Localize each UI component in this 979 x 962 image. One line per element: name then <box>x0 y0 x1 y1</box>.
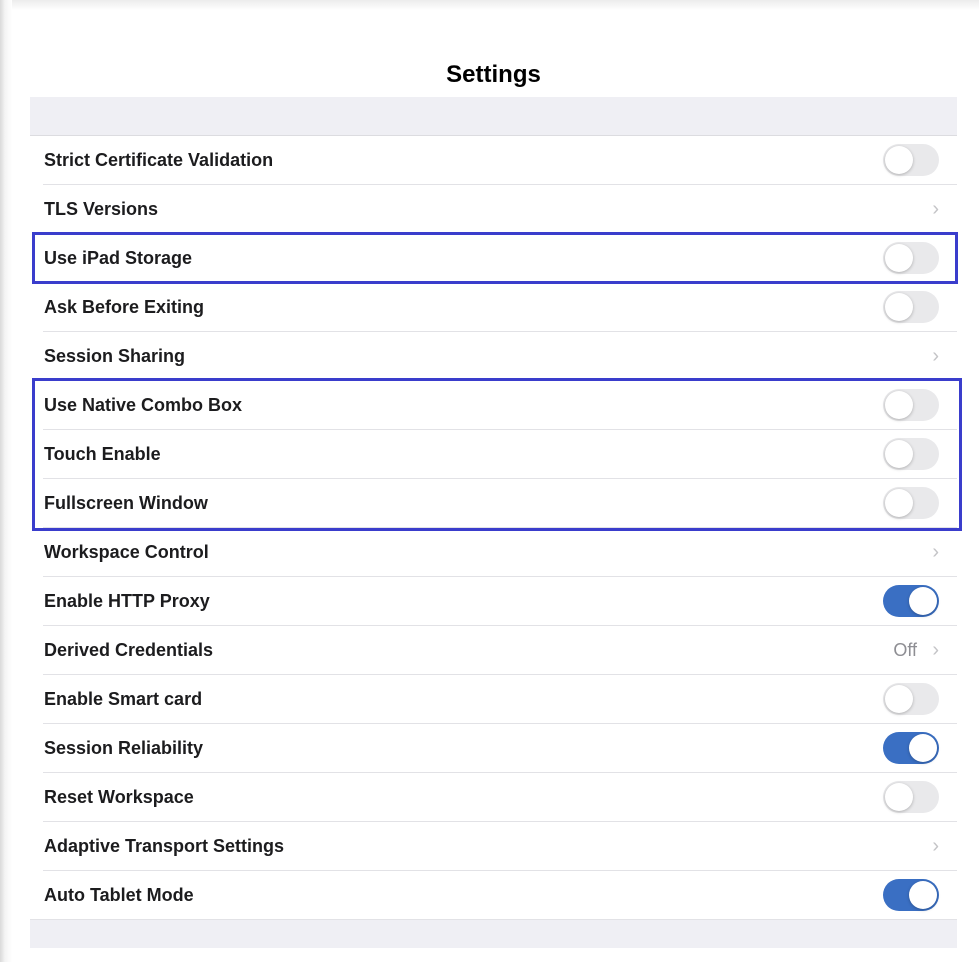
setting-row-session-reliability: Session Reliability <box>30 724 957 773</box>
toggle-knob <box>885 685 913 713</box>
setting-label: Derived Credentials <box>44 640 214 660</box>
chevron-right-icon: › <box>932 639 939 661</box>
toggle-knob <box>909 734 937 762</box>
toggle-knob <box>909 587 937 615</box>
auto-tablet-mode-toggle[interactable] <box>883 879 939 911</box>
enable-http-proxy-toggle[interactable] <box>883 585 939 617</box>
toggle-knob <box>885 391 913 419</box>
setting-row-adaptive-transport-settings[interactable]: Adaptive Transport Settings › <box>30 822 957 871</box>
window-edge-shadow <box>0 0 12 962</box>
strict-certificate-validation-toggle[interactable] <box>883 144 939 176</box>
toggle-knob <box>885 244 913 272</box>
toggle-knob <box>885 783 913 811</box>
chevron-right-icon: › <box>932 198 939 220</box>
setting-label: Auto Tablet Mode <box>44 885 194 905</box>
setting-row-enable-http-proxy: Enable HTTP Proxy <box>30 577 957 626</box>
session-reliability-toggle[interactable] <box>883 732 939 764</box>
setting-label: Enable Smart card <box>44 689 203 709</box>
toggle-knob <box>885 440 913 468</box>
toggle-knob <box>885 146 913 174</box>
setting-label: Reset Workspace <box>44 787 194 807</box>
use-native-combo-box-toggle[interactable] <box>883 389 939 421</box>
setting-row-enable-smart-card: Enable Smart card <box>30 675 957 724</box>
setting-row-use-ipad-storage: Use iPad Storage <box>30 234 957 283</box>
chevron-right-icon: › <box>932 541 939 563</box>
toggle-knob <box>909 881 937 909</box>
setting-label: Use iPad Storage <box>44 248 193 268</box>
section-footer <box>30 920 957 948</box>
window-top-shadow <box>12 0 979 10</box>
setting-value: Off <box>893 640 917 660</box>
chevron-right-icon: › <box>932 835 939 857</box>
setting-label: Enable HTTP Proxy <box>44 591 210 611</box>
setting-label: Adaptive Transport Settings <box>44 836 285 856</box>
setting-row-workspace-control[interactable]: Workspace Control › <box>30 528 957 577</box>
fullscreen-window-toggle[interactable] <box>883 487 939 519</box>
setting-row-fullscreen-window: Fullscreen Window <box>30 479 957 528</box>
toggle-knob <box>885 293 913 321</box>
settings-page: Settings Strict Certificate Validation TL… <box>0 0 979 962</box>
setting-label: TLS Versions <box>44 199 159 219</box>
setting-label: Touch Enable <box>44 444 161 464</box>
page-title: Settings <box>446 61 541 88</box>
setting-row-reset-workspace: Reset Workspace <box>30 773 957 822</box>
setting-row-touch-enable: Touch Enable <box>30 430 957 479</box>
setting-row-tls-versions[interactable]: TLS Versions › <box>30 185 957 234</box>
setting-row-auto-tablet-mode: Auto Tablet Mode <box>30 871 957 920</box>
enable-smart-card-toggle[interactable] <box>883 683 939 715</box>
use-ipad-storage-toggle[interactable] <box>883 242 939 274</box>
section-header <box>30 97 957 136</box>
chevron-right-icon: › <box>932 345 939 367</box>
toggle-knob <box>885 489 913 517</box>
setting-label: Strict Certificate Validation <box>44 150 274 170</box>
ask-before-exiting-toggle[interactable] <box>883 291 939 323</box>
setting-label: Ask Before Exiting <box>44 297 205 317</box>
setting-row-use-native-combo-box: Use Native Combo Box <box>30 381 957 430</box>
touch-enable-toggle[interactable] <box>883 438 939 470</box>
setting-row-ask-before-exiting: Ask Before Exiting <box>30 283 957 332</box>
settings-list: Strict Certificate Validation TLS Version… <box>30 136 957 920</box>
setting-row-derived-credentials[interactable]: Derived Credentials Off › <box>30 626 957 675</box>
setting-label: Session Sharing <box>44 346 186 366</box>
reset-workspace-toggle[interactable] <box>883 781 939 813</box>
setting-row-strict-certificate-validation: Strict Certificate Validation <box>30 136 957 185</box>
setting-row-session-sharing[interactable]: Session Sharing › <box>30 332 957 381</box>
setting-label: Use Native Combo Box <box>44 395 243 415</box>
setting-label: Fullscreen Window <box>44 493 208 513</box>
setting-label: Workspace Control <box>44 542 209 562</box>
setting-label: Session Reliability <box>44 738 204 758</box>
